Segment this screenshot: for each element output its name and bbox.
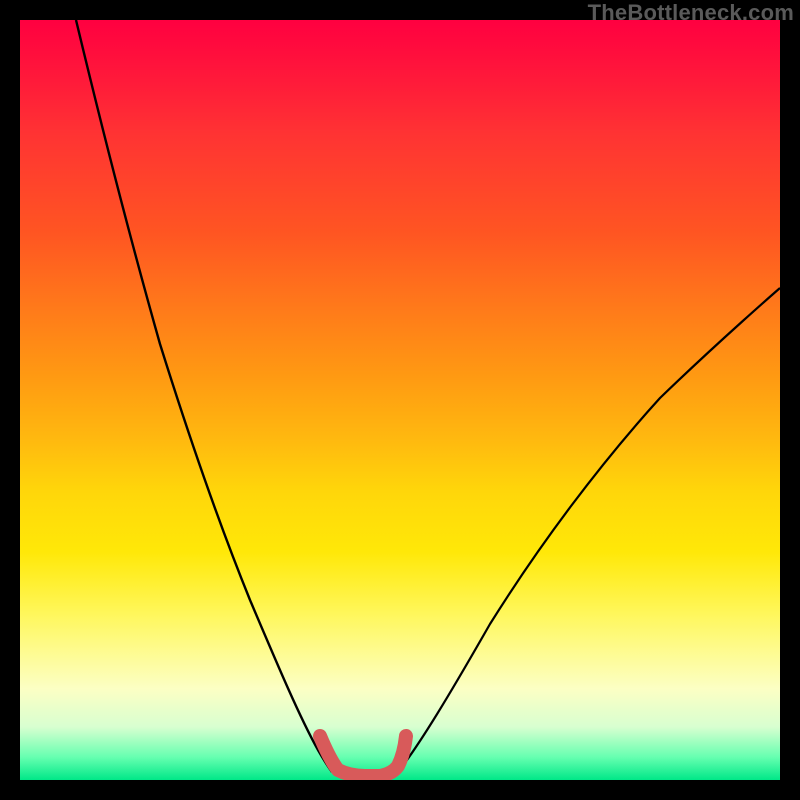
right-curve (398, 288, 780, 772)
chart-frame: TheBottleneck.com (0, 0, 800, 800)
curve-overlay (20, 20, 780, 780)
watermark-text: TheBottleneck.com (588, 0, 794, 26)
bottom-band (320, 736, 406, 776)
left-curve (76, 20, 332, 772)
plot-area (20, 20, 780, 780)
